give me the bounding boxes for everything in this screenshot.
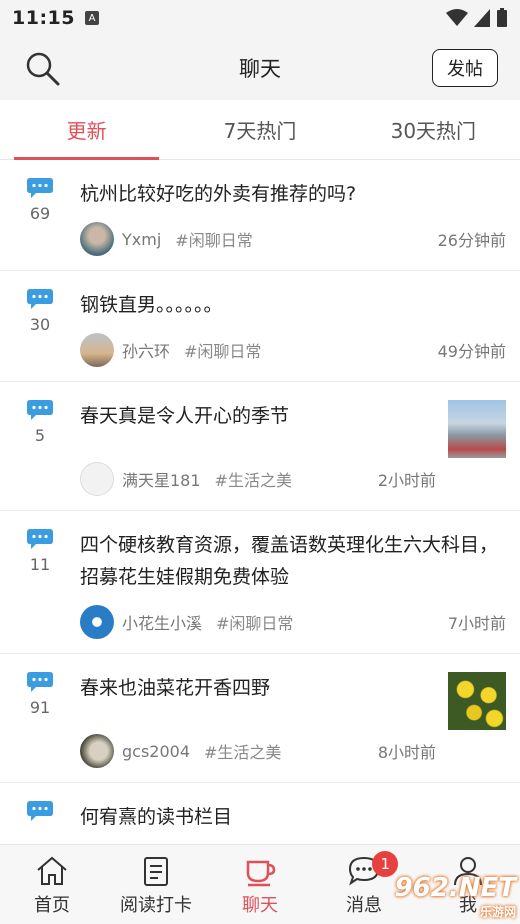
status-time: 11:15 <box>12 7 75 29</box>
post-body: 何宥熹的读书栏目 <box>80 801 506 833</box>
post-time: 2小时前 <box>377 471 436 490</box>
post-item[interactable]: 30 钢铁直男。。。。。。 孙六环 #闲聊日常 49分钟前 <box>0 271 520 382</box>
author-name[interactable]: 小花生小溪 <box>122 610 202 634</box>
post-stats: 30 <box>24 289 56 367</box>
wifi-icon <box>446 9 468 26</box>
comment-bubble-icon <box>27 529 53 549</box>
status-bar: 11:15 A <box>0 0 520 36</box>
topic-tag[interactable]: #闲聊日常 <box>175 227 252 251</box>
status-icons <box>446 8 508 28</box>
notification-a-icon: A <box>84 11 99 25</box>
nav-chat[interactable]: 聊天 <box>208 845 312 924</box>
post-body: 钢铁直男。。。。。。 孙六环 #闲聊日常 49分钟前 <box>80 289 506 367</box>
post-body: 四个硬核教育资源，覆盖语数英理化生六大科目，招募花生娃假期免费体验 小花生小溪 … <box>80 529 506 639</box>
search-icon[interactable] <box>22 48 62 88</box>
post-stats <box>24 801 56 833</box>
cup-icon <box>246 860 276 886</box>
author-name[interactable]: Yxmj <box>122 230 161 249</box>
topic-tag[interactable]: #生活之美 <box>215 467 292 491</box>
post-title: 钢铁直男。。。。。。 <box>80 294 223 316</box>
post-title: 何宥熹的读书栏目 <box>80 806 233 828</box>
post-body: 杭州比较好吃的外卖有推荐的吗? Yxmj #闲聊日常 26分钟前 <box>80 178 506 256</box>
post-item[interactable]: 91 春来也油菜花开香四野 gcs2004 #生活之美 8小时前 <box>0 654 520 783</box>
author-name[interactable]: 满天星181 <box>122 467 201 491</box>
topic-tag[interactable]: #生活之美 <box>204 739 281 763</box>
tab-30day-hot[interactable]: 30天热门 <box>347 100 520 159</box>
avatar[interactable] <box>80 462 114 496</box>
comment-bubble-icon <box>27 400 53 420</box>
nav-chat-label: 聊天 <box>242 894 278 916</box>
avatar[interactable] <box>80 222 114 256</box>
nav-home[interactable]: 首页 <box>0 845 104 924</box>
post-time: 26分钟前 <box>437 231 506 250</box>
post-meta: 孙六环 #闲聊日常 49分钟前 <box>80 333 506 367</box>
nav-messages-label: 消息 <box>346 894 382 916</box>
post-thumbnail[interactable] <box>448 672 506 730</box>
topic-tag[interactable]: #闲聊日常 <box>216 610 293 634</box>
post-stats: 69 <box>24 178 56 256</box>
post-stats: 5 <box>24 400 56 496</box>
post-meta: gcs2004 #生活之美 8小时前 <box>80 734 436 768</box>
battery-icon <box>497 8 507 27</box>
comment-bubble-icon <box>27 178 53 198</box>
post-time: 49分钟前 <box>437 342 506 361</box>
comment-count: 5 <box>34 426 46 445</box>
post-item[interactable]: 69 杭州比较好吃的外卖有推荐的吗? Yxmj #闲聊日常 26分钟前 <box>0 160 520 271</box>
tab-latest[interactable]: 更新 <box>0 100 173 160</box>
tab-7day-hot[interactable]: 7天热门 <box>173 100 346 159</box>
comment-count: 69 <box>29 204 51 223</box>
post-body: 春来也油菜花开香四野 gcs2004 #生活之美 8小时前 <box>80 672 436 768</box>
watermark-sub: 乐游网 <box>479 905 516 919</box>
watermark-logo: 962.NET 乐游网 <box>395 873 516 920</box>
post-stats: 11 <box>24 529 56 639</box>
post-title: 杭州比较好吃的外卖有推荐的吗? <box>80 183 357 205</box>
watermark-main: 962.NET <box>394 873 516 903</box>
signal-icon <box>474 9 490 27</box>
app-header: 聊天 发帖 <box>0 36 520 100</box>
home-icon <box>37 856 67 885</box>
post-time: 7小时前 <box>447 614 506 633</box>
post-stats: 91 <box>24 672 56 768</box>
post-body: 春天真是令人开心的季节 满天星181 #生活之美 2小时前 <box>80 400 436 496</box>
comment-bubble-icon <box>27 672 53 692</box>
post-time: 8小时前 <box>377 743 436 762</box>
author-name[interactable]: gcs2004 <box>122 742 190 761</box>
post-thumbnail[interactable] <box>448 400 506 458</box>
post-item[interactable]: 5 春天真是令人开心的季节 满天星181 #生活之美 2小时前 <box>0 382 520 511</box>
post-list: 69 杭州比较好吃的外卖有推荐的吗? Yxmj #闲聊日常 26分钟前 30 钢… <box>0 160 520 844</box>
post-title: 春天真是令人开心的季节 <box>80 405 290 427</box>
checklist-icon <box>144 856 168 886</box>
post-item[interactable]: 何宥熹的读书栏目 <box>0 783 520 844</box>
post-meta: 满天星181 #生活之美 2小时前 <box>80 462 436 496</box>
post-meta: Yxmj #闲聊日常 26分钟前 <box>80 222 506 256</box>
comment-count: 91 <box>29 698 51 717</box>
author-name[interactable]: 孙六环 <box>122 338 170 362</box>
new-post-button[interactable]: 发帖 <box>432 49 498 87</box>
tab-bar: 更新 7天热门 30天热门 <box>0 100 520 160</box>
comment-bubble-icon <box>27 289 53 309</box>
comment-count: 11 <box>29 555 51 574</box>
post-title: 春来也油菜花开香四野 <box>80 677 271 699</box>
bottom-tab-bar: 首页 阅读打卡 聊天 消息 1 我 962.NET 乐游网 <box>0 844 520 924</box>
avatar[interactable] <box>80 605 114 639</box>
avatar[interactable] <box>80 734 114 768</box>
nav-reading[interactable]: 阅读打卡 <box>104 845 208 924</box>
avatar[interactable] <box>80 333 114 367</box>
post-title: 四个硬核教育资源，覆盖语数英理化生六大科目，招募花生娃假期免费体验 <box>80 534 499 588</box>
topic-tag[interactable]: #闲聊日常 <box>184 338 261 362</box>
nav-home-label: 首页 <box>34 894 70 916</box>
nav-reading-label: 阅读打卡 <box>120 894 192 916</box>
post-item[interactable]: 11 四个硬核教育资源，覆盖语数英理化生六大科目，招募花生娃假期免费体验 小花生… <box>0 511 520 654</box>
comment-bubble-icon <box>27 801 53 821</box>
comment-count: 30 <box>29 315 51 334</box>
post-meta: 小花生小溪 #闲聊日常 7小时前 <box>80 605 506 639</box>
